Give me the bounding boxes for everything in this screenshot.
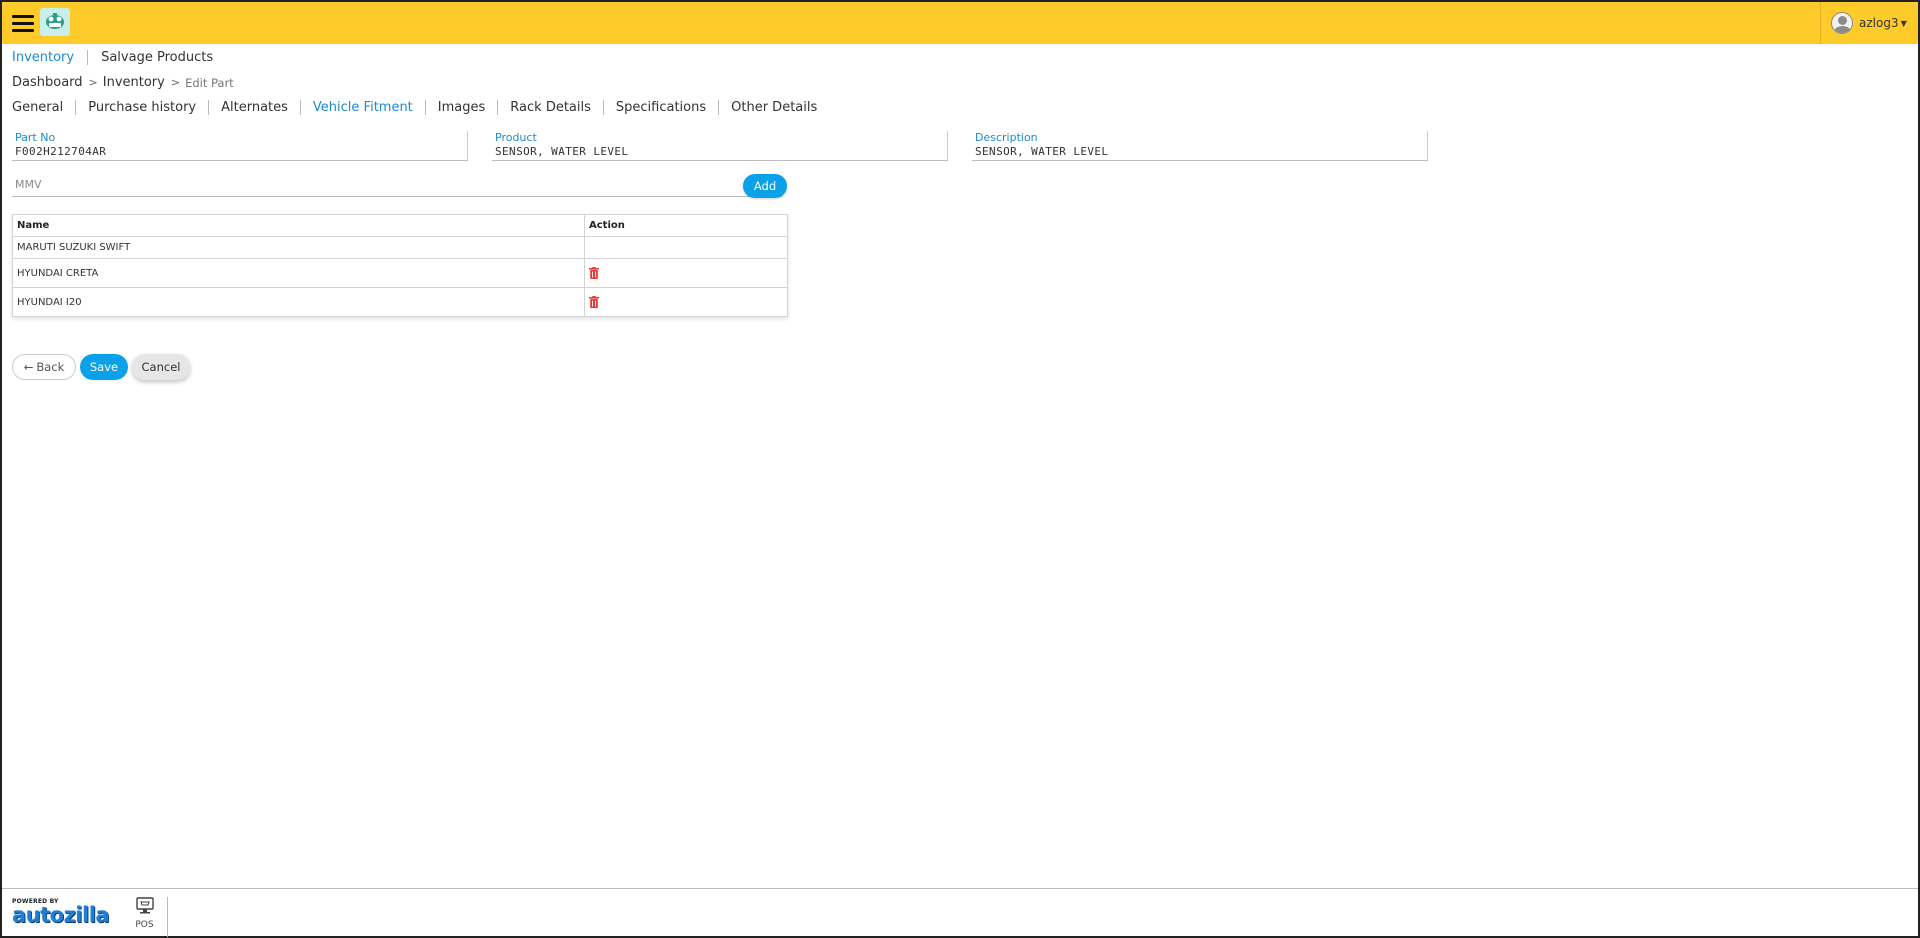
back-button[interactable]: ← Back bbox=[12, 354, 76, 380]
save-button[interactable]: Save bbox=[80, 354, 128, 380]
tab-other-details[interactable]: Other Details bbox=[718, 100, 829, 115]
breadcrumb-separator: > bbox=[170, 76, 181, 89]
action-cell bbox=[584, 258, 788, 288]
breadcrumb-separator: > bbox=[88, 76, 98, 89]
tab-alternates[interactable]: Alternates bbox=[208, 100, 300, 115]
back-label: Back bbox=[36, 360, 65, 374]
add-button[interactable]: Add bbox=[743, 174, 787, 198]
breadcrumb-dashboard[interactable]: Dashboard bbox=[12, 75, 83, 90]
part-no-label: Part No bbox=[15, 131, 56, 144]
vehicle-name: HYUNDAI CRETA bbox=[12, 258, 585, 288]
user-menu[interactable]: azlog3 ▼ bbox=[1820, 2, 1918, 44]
description-value: SENSOR, WATER LEVEL bbox=[975, 145, 1109, 158]
product-label: Product bbox=[495, 131, 537, 144]
user-name: azlog3 bbox=[1859, 16, 1899, 30]
fitment-table: Name Action MARUTI SUZUKI SWIFT HYUNDAI … bbox=[12, 214, 788, 317]
footer-bar: POWERED BY autozilla POS bbox=[2, 888, 1918, 937]
description-field[interactable]: Description SENSOR, WATER LEVEL bbox=[972, 131, 1428, 161]
sub-navigation: Inventory Salvage Products bbox=[12, 50, 226, 65]
breadcrumb-inventory[interactable]: Inventory bbox=[103, 75, 165, 90]
product-value: SENSOR, WATER LEVEL bbox=[495, 145, 629, 158]
trash-icon[interactable] bbox=[589, 296, 599, 308]
tab-purchase-history[interactable]: Purchase history bbox=[75, 100, 208, 115]
company-logo[interactable] bbox=[40, 8, 70, 36]
product-field[interactable]: Product SENSOR, WATER LEVEL bbox=[492, 131, 948, 161]
pos-register-icon bbox=[135, 897, 154, 914]
part-no-value: F002H212704AR bbox=[15, 145, 107, 158]
action-cell bbox=[584, 287, 788, 317]
brand-logo: autozilla bbox=[12, 903, 110, 927]
trash-icon[interactable] bbox=[589, 267, 599, 279]
breadcrumb-current: Edit Part bbox=[185, 75, 234, 90]
user-avatar-icon bbox=[1831, 12, 1853, 34]
top-bar: azlog3 ▼ bbox=[2, 2, 1918, 44]
pos-button[interactable]: POS bbox=[122, 897, 168, 937]
vehicle-name: HYUNDAI I20 bbox=[12, 287, 585, 317]
arrow-left-icon: ← bbox=[23, 360, 34, 374]
tab-rack-details[interactable]: Rack Details bbox=[497, 100, 603, 115]
subnav-inventory[interactable]: Inventory bbox=[12, 50, 87, 65]
column-header-action: Action bbox=[584, 214, 788, 237]
tab-general[interactable]: General bbox=[12, 100, 75, 115]
table-row: HYUNDAI CRETA bbox=[12, 258, 788, 288]
form-actions: ← Back Save Cancel bbox=[12, 354, 194, 380]
breadcrumb: Dashboard > Inventory > Edit Part bbox=[12, 75, 234, 90]
cancel-button[interactable]: Cancel bbox=[132, 354, 190, 380]
column-header-name: Name bbox=[12, 214, 585, 237]
hamburger-icon[interactable] bbox=[12, 15, 34, 32]
table-row: MARUTI SUZUKI SWIFT bbox=[12, 236, 788, 259]
part-no-field[interactable]: Part No F002H212704AR bbox=[12, 131, 468, 161]
powered-by-logo: POWERED BY autozilla bbox=[12, 898, 110, 927]
table-header-row: Name Action bbox=[12, 214, 788, 237]
pos-label: POS bbox=[135, 920, 154, 930]
action-cell bbox=[584, 236, 788, 259]
mmv-input[interactable]: MMV bbox=[12, 172, 782, 197]
tab-vehicle-fitment[interactable]: Vehicle Fitment bbox=[299, 100, 425, 115]
part-tabs: General Purchase history Alternates Vehi… bbox=[12, 100, 829, 115]
chevron-down-icon: ▼ bbox=[1900, 18, 1907, 28]
tab-specifications[interactable]: Specifications bbox=[602, 100, 718, 115]
subnav-salvage-products[interactable]: Salvage Products bbox=[87, 50, 226, 65]
tab-images[interactable]: Images bbox=[424, 100, 498, 115]
table-row: HYUNDAI I20 bbox=[12, 287, 788, 317]
description-label: Description bbox=[975, 131, 1038, 144]
vehicle-name: MARUTI SUZUKI SWIFT bbox=[12, 236, 585, 259]
